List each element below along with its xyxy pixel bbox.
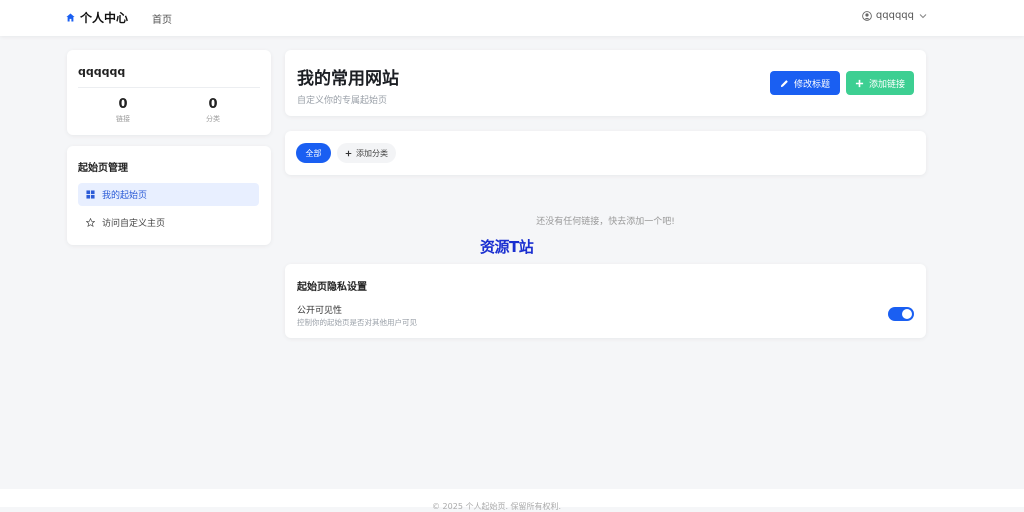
filter-all-button[interactable]: 全部 xyxy=(296,143,331,163)
empty-state-message: 还没有任何链接，快去添加一个吧! xyxy=(536,217,675,227)
edit-title-label: 修改标题 xyxy=(793,78,830,89)
username: qqqqqq xyxy=(875,10,914,21)
categories-label: 分类 xyxy=(206,115,220,123)
add-category-button[interactable]: 添加分类 xyxy=(337,143,396,163)
home-icon xyxy=(66,13,75,22)
watermark-text: 资源T站 xyxy=(480,238,534,256)
grid-icon xyxy=(86,190,95,199)
plus-icon xyxy=(345,150,352,156)
categories-count: 0 xyxy=(208,97,218,112)
footer: © 2025 个人起始页. 保留所有权利. xyxy=(0,489,1024,511)
visibility-description: 控制你的起始页是否对其他用户可见 xyxy=(297,318,417,327)
startpage-manage-card: 起始页管理 我的起始页 访问自定义主页 xyxy=(67,146,271,245)
user-circle-icon xyxy=(862,10,872,21)
menu-item-label: 我的起始页 xyxy=(102,191,148,201)
privacy-settings-card: 起始页隐私设置 公开可见性 控制你的起始页是否对其他用户可见 xyxy=(285,264,926,338)
visibility-label: 公开可见性 xyxy=(297,306,343,316)
user-menu[interactable]: qqqqqq xyxy=(862,10,928,21)
profile-name: qqqqqq xyxy=(78,65,126,78)
links-count: 0 xyxy=(118,97,128,112)
divider xyxy=(78,87,260,88)
page-subtitle: 自定义你的专属起始页 xyxy=(297,96,388,106)
page-title: 我的常用网站 xyxy=(297,69,399,89)
brand-title: 个人中心 xyxy=(80,11,129,25)
menu-item-label: 访问自定义主页 xyxy=(102,219,166,229)
edit-title-button[interactable]: 修改标题 xyxy=(770,71,840,95)
page-header-card: 我的常用网站 自定义你的专属起始页 修改标题 添加链接 xyxy=(285,50,926,116)
top-navbar: 个人中心 首页 qqqqqq xyxy=(0,0,1024,36)
profile-card: qqqqqq 0 链接 0 分类 xyxy=(67,50,271,135)
privacy-title: 起始页隐私设置 xyxy=(297,282,367,293)
stat-categories: 0 分类 xyxy=(183,98,243,124)
add-link-label: 添加链接 xyxy=(868,78,905,89)
chevron-down-icon xyxy=(919,13,927,18)
toggle-knob xyxy=(902,309,912,319)
menu-item-visit-homepage[interactable]: 访问自定义主页 xyxy=(78,211,259,234)
links-label: 链接 xyxy=(116,115,130,123)
plus-icon xyxy=(855,79,864,87)
menu-item-my-startpage[interactable]: 我的起始页 xyxy=(78,183,259,206)
visibility-toggle[interactable] xyxy=(888,307,914,321)
pencil-icon xyxy=(780,79,788,87)
add-category-label: 添加分类 xyxy=(356,148,388,158)
stat-links: 0 链接 xyxy=(93,98,153,124)
nav-home-link[interactable]: 首页 xyxy=(152,11,172,26)
brand-link[interactable]: 个人中心 xyxy=(66,9,128,26)
manage-title: 起始页管理 xyxy=(78,163,128,174)
category-filter-card: 全部 添加分类 xyxy=(285,131,926,175)
star-icon xyxy=(86,218,95,227)
add-link-button[interactable]: 添加链接 xyxy=(846,71,914,95)
